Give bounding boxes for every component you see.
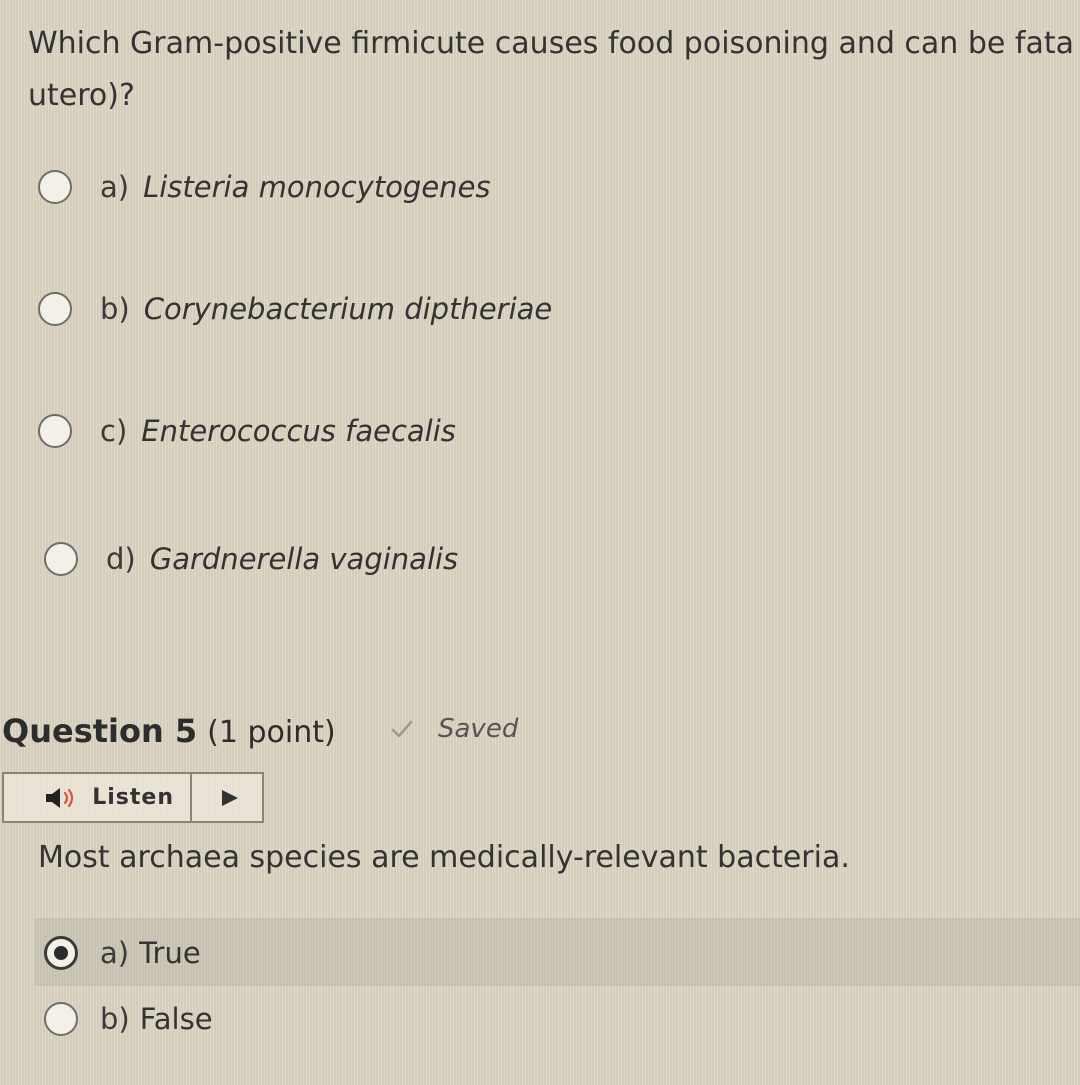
option-label: Gardnerella vaginalis: [149, 542, 459, 576]
listen-button[interactable]: Listen: [4, 774, 192, 821]
option-false[interactable]: b) False: [44, 1002, 213, 1036]
option-letter: a): [100, 170, 130, 204]
option-true[interactable]: a) True: [44, 936, 201, 970]
question-5-header: Question 5 (1 point): [2, 712, 336, 750]
radio-button[interactable]: [38, 170, 72, 204]
radio-button[interactable]: [44, 1002, 78, 1036]
play-icon: [222, 789, 238, 806]
option-label: Listeria monocytogenes: [143, 170, 491, 204]
radio-dot: [54, 946, 68, 960]
option-b-corynebacterium[interactable]: b) Corynebacterium diptheriae: [38, 292, 552, 326]
option-label: Enterococcus faecalis: [141, 414, 456, 448]
saved-status: Saved: [390, 714, 518, 744]
option-label: True: [139, 936, 201, 970]
option-a-listeria[interactable]: a) Listeria monocytogenes: [38, 170, 491, 204]
option-letter: b): [100, 292, 130, 326]
question-title: Question 5: [2, 712, 198, 750]
listen-audio-control: Listen: [2, 772, 264, 823]
speaker-icon: [46, 787, 74, 808]
question-points: (1 point): [207, 715, 336, 750]
radio-button-selected[interactable]: [44, 936, 78, 970]
check-icon: [391, 720, 413, 738]
question-5-text: Most archaea species are medically-relev…: [38, 840, 850, 875]
option-letter: c): [100, 414, 128, 448]
question-4-text: Which Gram-positive firmicute causes foo…: [28, 26, 1074, 113]
option-label: False: [139, 1002, 213, 1036]
radio-button[interactable]: [38, 292, 72, 326]
option-letter: a): [100, 936, 130, 970]
play-button[interactable]: [192, 774, 262, 821]
option-letter: b): [100, 1002, 130, 1036]
option-d-gardnerella[interactable]: d) Gardnerella vaginalis: [44, 542, 458, 576]
option-c-enterococcus[interactable]: c) Enterococcus faecalis: [38, 414, 456, 448]
radio-button[interactable]: [44, 542, 78, 576]
saved-label: Saved: [438, 714, 519, 744]
option-label: Corynebacterium diptheriae: [143, 292, 553, 326]
listen-label: Listen: [92, 785, 174, 810]
radio-button[interactable]: [38, 414, 72, 448]
option-letter: d): [106, 542, 136, 576]
